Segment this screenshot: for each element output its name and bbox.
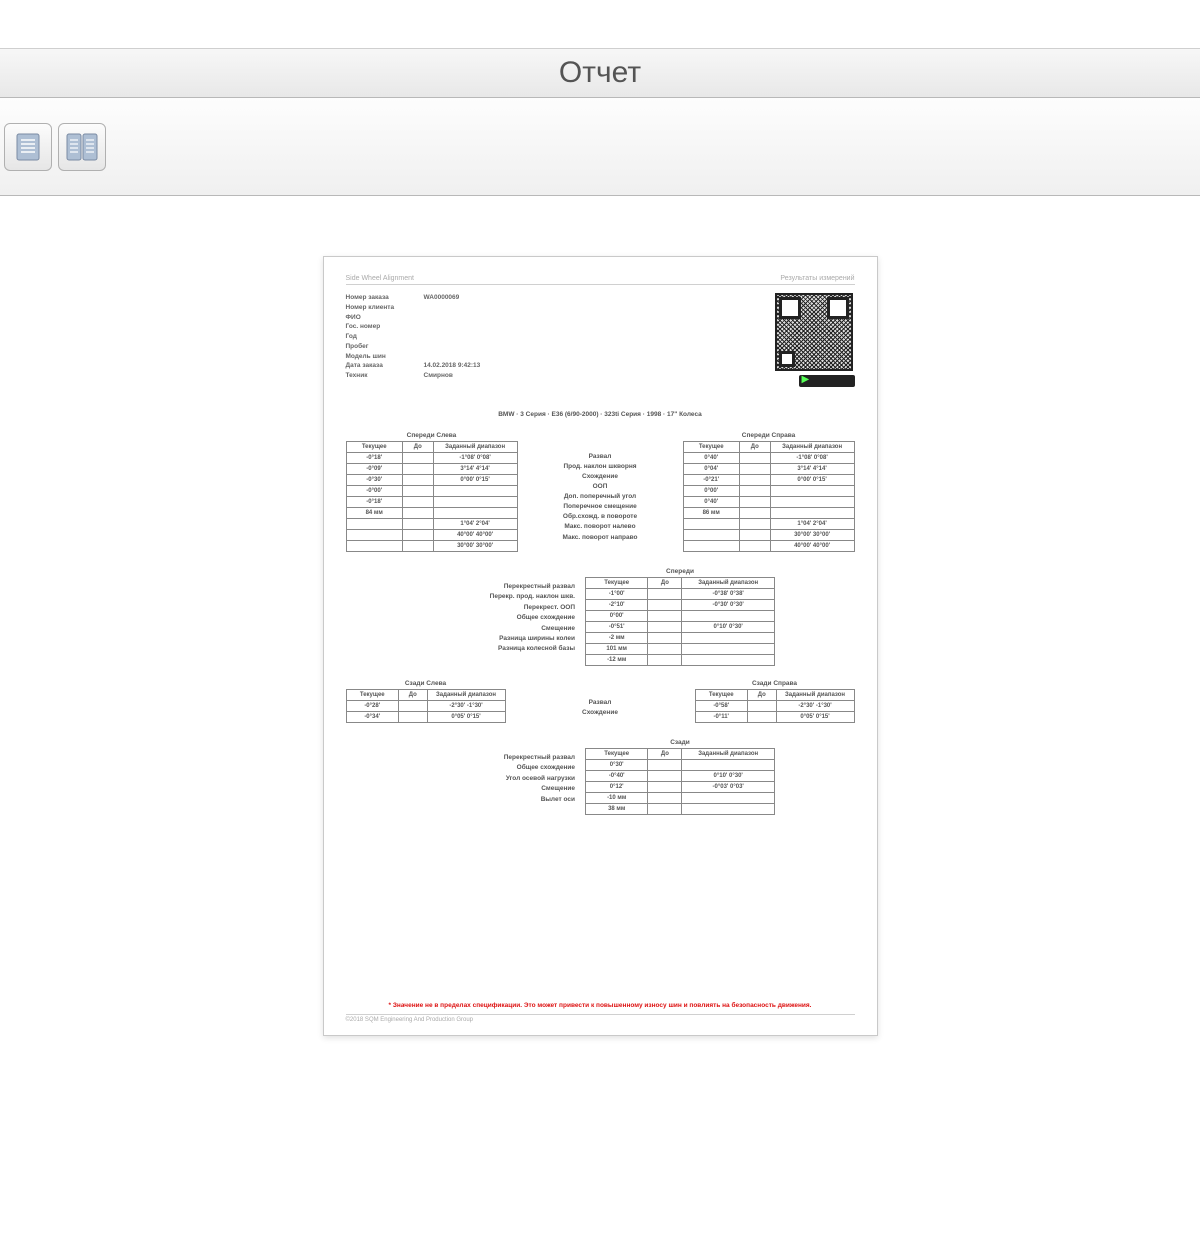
rear-center-section: Перекрестный развалОбщее схождениеУгол о… (346, 739, 855, 815)
two-page-view-button[interactable] (58, 123, 106, 171)
warning-text: * Значение не в пределах спецификации. Э… (346, 1002, 855, 1014)
rear-row-labels: РазвалСхождение (535, 680, 665, 718)
table-front-center: ТекущееДоЗаданный диапазон-1°00'-0°38' 0… (585, 577, 775, 666)
qr-code-icon (775, 293, 853, 371)
row-label: Разница ширины колеи (425, 634, 575, 644)
label-client-no: Номер клиента (346, 303, 414, 313)
front-row-labels: РазвалПрод. наклон шкворняСхождениеООПДо… (530, 432, 670, 543)
rear-center-labels: Перекрестный развалОбщее схождениеУгол о… (425, 739, 575, 815)
row-label: Перекрест. ООП (425, 603, 575, 613)
row-label: Обр.схожд. в повороте (530, 512, 670, 522)
table-rear-right: ТекущееДоЗаданный диапазон-0°58'-2°30' -… (695, 689, 855, 723)
label-year: Год (346, 332, 414, 342)
window-title: Отчет (559, 56, 641, 90)
value-tech: Смирнов (424, 371, 453, 381)
row-label: Развал (535, 698, 665, 708)
row-label: Общее схождение (425, 613, 575, 623)
label-date: Дата заказа (346, 361, 414, 371)
value-order-no: WA0000069 (424, 293, 460, 303)
front-center-title: Спереди (585, 568, 775, 575)
front-section: Спереди Слева ТекущееДоЗаданный диапазон… (346, 432, 855, 552)
page-header: Side Wheel Alignment Результаты измерени… (346, 275, 855, 285)
page-header-left: Side Wheel Alignment (346, 275, 414, 282)
qr-badge-icon (799, 375, 855, 387)
row-label: Схождение (530, 472, 670, 482)
row-label: Макс. поворот направо (530, 533, 670, 543)
vehicle-line: BMW · 3 Серия · E36 (6/90-2000) · 323ti … (346, 411, 855, 418)
front-left-title: Спереди Слева (346, 432, 518, 439)
row-label: Перекрестный развал (425, 582, 575, 592)
row-label: Общее схождение (425, 763, 575, 773)
table-rear-center: ТекущееДоЗаданный диапазон0°30'-0°40'0°1… (585, 748, 775, 815)
row-label: Прод. наклон шкворня (530, 462, 670, 472)
two-page-icon (65, 132, 99, 162)
row-label: Схождение (535, 708, 665, 718)
page-header-right: Результаты измерений (780, 275, 854, 282)
rear-left-title: Сзади Слева (346, 680, 506, 687)
single-page-view-button[interactable] (4, 123, 52, 171)
label-order-no: Номер заказа (346, 293, 414, 303)
table-front-right: ТекущееДоЗаданный диапазон0°40'-1°08' 0°… (683, 441, 855, 552)
label-tire: Модель шин (346, 352, 414, 362)
front-right-title: Спереди Справа (683, 432, 855, 439)
preview-canvas: Side Wheel Alignment Результаты измерени… (0, 196, 1200, 1200)
row-label: Доп. поперечный угол (530, 492, 670, 502)
table-front-left: ТекущееДоЗаданный диапазон-0°18'-1°08' 0… (346, 441, 518, 552)
table-rear-left: ТекущееДоЗаданный диапазон-0°28'-2°30' -… (346, 689, 506, 723)
value-date: 14.02.2018 9:42:13 (424, 361, 481, 371)
rear-section: Сзади Слева ТекущееДоЗаданный диапазон-0… (346, 680, 855, 723)
row-label: Перекрестный развал (425, 753, 575, 763)
titlebar: Отчет (0, 48, 1200, 98)
rear-right-title: Сзади Справа (695, 680, 855, 687)
row-label: Вылет оси (425, 795, 575, 805)
label-tech: Техник (346, 371, 414, 381)
toolbar (0, 98, 1200, 196)
row-label: Перекр. прод. наклон шкв. (425, 592, 575, 602)
row-label: Угол осевой нагрузки (425, 774, 575, 784)
row-label: Поперечное смещение (530, 502, 670, 512)
rear-center-title: Сзади (585, 739, 775, 746)
row-label: Смещение (425, 784, 575, 794)
row-label: Смещение (425, 624, 575, 634)
label-mileage: Пробег (346, 342, 414, 352)
qr-area (775, 293, 855, 387)
row-label: Развал (530, 452, 670, 462)
label-plate: Гос. номер (346, 322, 414, 332)
info-block: Номер заказаWA0000069 Номер клиента ФИО … (346, 293, 855, 387)
page-footer: ©2018 SQM Engineering And Production Gro… (346, 1014, 855, 1023)
row-label: Макс. поворот налево (530, 522, 670, 532)
row-label: Разница колесной базы (425, 644, 575, 654)
label-name: ФИО (346, 313, 414, 323)
report-page: Side Wheel Alignment Результаты измерени… (323, 256, 878, 1036)
front-center-section: Перекрестный развалПерекр. прод. наклон … (346, 568, 855, 666)
front-center-labels: Перекрестный развалПерекр. прод. наклон … (425, 568, 575, 666)
single-page-icon (15, 132, 41, 162)
row-label: ООП (530, 482, 670, 492)
